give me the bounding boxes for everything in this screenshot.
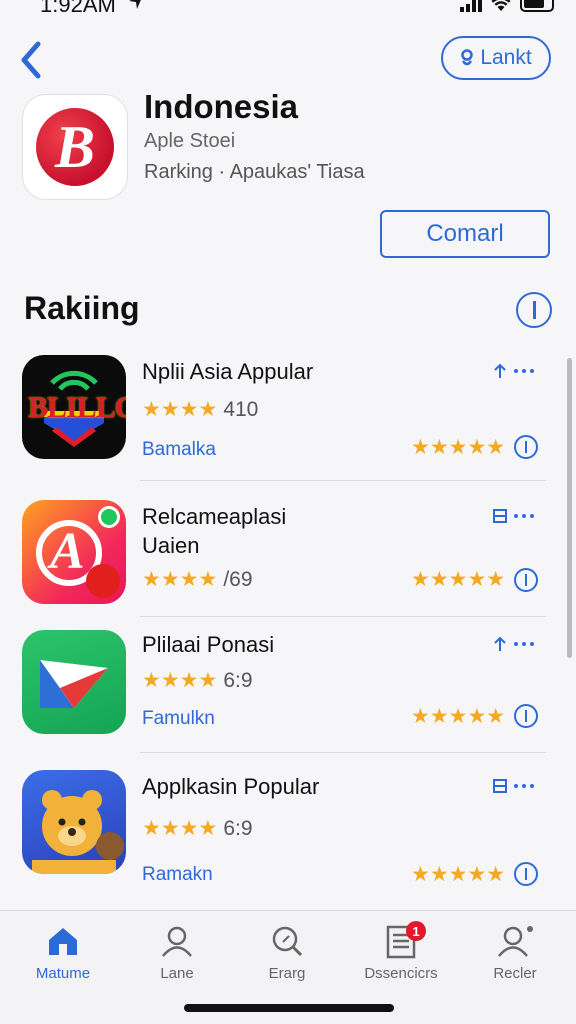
stars: ★★★★	[142, 817, 218, 840]
tab-label: Lane	[160, 965, 194, 982]
status-icons	[460, 0, 554, 12]
home-indicator	[184, 1004, 394, 1012]
app-category: Famulkn	[142, 708, 215, 729]
star-rating: ★★★★★	[411, 863, 506, 886]
cellular-signal-icon	[460, 0, 482, 12]
app-category: Bamalka	[142, 439, 216, 460]
rating: ★★★★ 410	[142, 397, 258, 422]
app-name: Plilaai Ponasi	[142, 632, 275, 657]
tab-erarg[interactable]: Erarg	[232, 919, 342, 982]
app-name: Nplii Asia Appular	[142, 359, 314, 384]
tab-dssencicrs[interactable]: 1 Dssencicrs	[346, 919, 456, 982]
search-icon	[272, 926, 303, 957]
stars: ★★★★	[142, 568, 218, 591]
info-icon[interactable]	[514, 704, 538, 728]
back-button[interactable]	[16, 40, 50, 80]
location-arrow-icon	[128, 0, 144, 15]
tab-label: Dssencicrs	[364, 965, 438, 982]
app-icon-text: A	[50, 523, 85, 580]
chevron-left-icon	[21, 41, 41, 79]
person-icon	[162, 926, 192, 957]
divider	[140, 480, 546, 481]
info-icon[interactable]	[516, 292, 552, 328]
home-icon	[49, 928, 77, 955]
share-icon	[494, 636, 506, 651]
wifi-icon	[491, 0, 511, 11]
tab-home[interactable]: Matume	[8, 919, 118, 982]
list-icon	[493, 779, 507, 793]
rating-count: /69	[223, 567, 253, 591]
logo-letter: B	[54, 113, 96, 180]
status-time: 1:92AM	[40, 0, 116, 17]
battery-icon	[520, 0, 554, 12]
stars: ★★★★	[142, 398, 218, 421]
app-icon	[22, 630, 126, 734]
share-action[interactable]	[492, 363, 534, 379]
list-action[interactable]	[492, 508, 534, 524]
more-icon	[514, 369, 534, 373]
rating-count: 6:9	[223, 668, 253, 692]
list-icon	[493, 509, 507, 523]
status-bar: 1:92AM	[0, 0, 576, 22]
section-title: Rakiing	[24, 290, 140, 326]
comarl-button[interactable]: Comarl	[380, 210, 550, 258]
rating-count: 410	[223, 397, 259, 421]
app-name: Relcameaplasi	[142, 504, 287, 529]
app-subtitle: Aple Stoei	[144, 130, 236, 152]
rating: ★★★★ 6:9	[142, 816, 253, 841]
info-icon[interactable]	[514, 862, 538, 886]
info-icon[interactable]	[514, 435, 538, 459]
app-icon	[22, 770, 126, 874]
lankt-button[interactable]: Lankt	[441, 36, 551, 80]
app-icon: BLILLO	[22, 355, 126, 459]
notification-badge: 1	[406, 921, 426, 941]
page-title: Indonesia	[144, 88, 299, 125]
more-icon	[514, 514, 534, 518]
tab-lane[interactable]: Lane	[122, 919, 232, 982]
scrollbar[interactable]	[567, 358, 572, 658]
info-icon[interactable]	[514, 568, 538, 592]
star-rating: ★★★★★	[411, 568, 506, 591]
divider	[140, 616, 546, 617]
app-icon: A	[22, 500, 126, 604]
share-action[interactable]	[492, 636, 534, 652]
stars: ★★★★	[142, 669, 218, 692]
star-rating: ★★★★★	[411, 436, 506, 459]
app-icon-text: BLILLO	[28, 391, 126, 424]
more-icon	[514, 642, 534, 646]
tab-label: Matume	[35, 965, 91, 982]
share-icon	[494, 363, 506, 378]
list-action[interactable]	[492, 778, 534, 794]
more-icon	[514, 784, 534, 788]
app-name-line2: Uaien	[142, 533, 200, 558]
divider	[140, 752, 546, 753]
star-rating: ★★★★★	[411, 705, 506, 728]
tab-label: Erarg	[268, 965, 306, 982]
pin-icon	[461, 49, 474, 66]
rating-count: 6:9	[223, 816, 253, 840]
app-name: Applkasin Popular	[142, 774, 320, 799]
tab-recler[interactable]: Recler	[460, 919, 570, 982]
tab-label: Recler	[493, 965, 537, 982]
app-meta: Rarking · Apaukas' Tiasa	[144, 161, 365, 183]
rating: ★★★★ 6:9	[142, 668, 253, 693]
account-icon	[498, 926, 533, 957]
rating: ★★★★ /69	[142, 567, 253, 592]
app-category: Ramakn	[142, 864, 213, 885]
lankt-label: Lankt	[480, 46, 532, 69]
app-logo: B	[22, 94, 128, 200]
